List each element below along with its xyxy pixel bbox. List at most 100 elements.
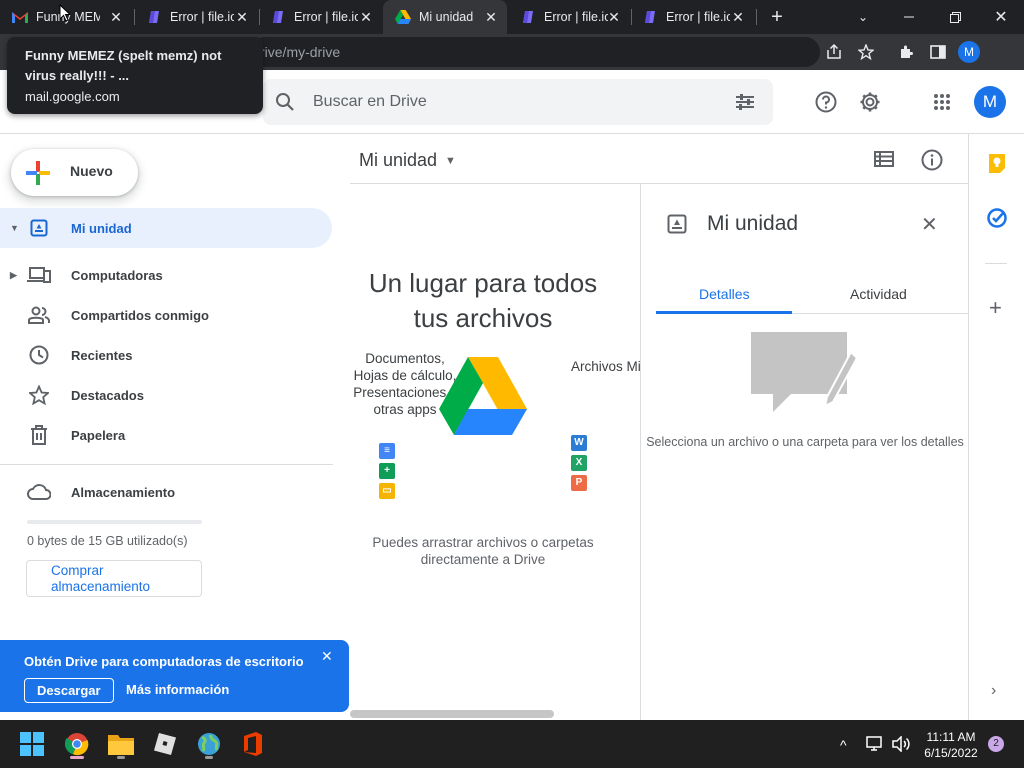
buy-storage-button[interactable]: Comprar almacenamiento bbox=[26, 560, 202, 597]
taskbar-office[interactable] bbox=[237, 728, 269, 760]
account-avatar[interactable]: M bbox=[974, 86, 1006, 118]
clock-date: 6/15/2022 bbox=[924, 746, 978, 760]
active-app-indicator bbox=[70, 756, 84, 759]
caret-down-icon[interactable]: ▼ bbox=[10, 223, 22, 233]
taskbar-globe-app[interactable] bbox=[193, 728, 225, 760]
sidebar-item-papelera[interactable]: Papelera bbox=[0, 415, 332, 455]
volume-icon[interactable] bbox=[892, 735, 910, 757]
fileio-icon bbox=[520, 9, 536, 25]
chevron-down-icon: ▼ bbox=[445, 155, 456, 168]
help-icon[interactable] bbox=[812, 88, 840, 116]
minimize-icon bbox=[904, 16, 914, 18]
plus-icon bbox=[26, 161, 50, 190]
start-button[interactable] bbox=[16, 728, 48, 760]
taskbar-chrome[interactable] bbox=[61, 728, 93, 760]
tab-fileio-2[interactable]: Error | file.io ✕ bbox=[260, 0, 382, 34]
horizontal-scrollbar[interactable] bbox=[350, 710, 554, 718]
fileio-icon bbox=[146, 9, 162, 25]
taskbar-file-explorer[interactable] bbox=[105, 728, 137, 760]
fileio-icon bbox=[270, 9, 286, 25]
apps-grid-icon[interactable] bbox=[928, 88, 956, 116]
fileio-icon bbox=[642, 9, 658, 25]
chevron-right-icon[interactable]: › bbox=[991, 682, 996, 700]
extensions-icon[interactable] bbox=[895, 41, 917, 63]
new-tab-button[interactable]: + bbox=[754, 0, 800, 34]
tasks-icon[interactable] bbox=[987, 208, 1007, 233]
location-dropdown[interactable]: Mi unidad ▼ bbox=[359, 150, 456, 171]
tab-search-button[interactable]: ⌄ bbox=[840, 0, 886, 34]
more-info-link[interactable]: Más información bbox=[126, 682, 229, 697]
taskbar-roblox[interactable] bbox=[149, 728, 181, 760]
word-icon: W bbox=[571, 435, 587, 451]
close-icon[interactable]: ✕ bbox=[730, 9, 746, 25]
tab-activity[interactable]: Actividad bbox=[850, 286, 907, 302]
search-input[interactable]: Buscar en Drive bbox=[313, 93, 427, 111]
sheets-icon: + bbox=[379, 463, 395, 479]
side-apps-rail: + › bbox=[968, 134, 1024, 720]
close-icon[interactable]: ✕ bbox=[921, 212, 938, 237]
running-app-indicator bbox=[117, 756, 125, 759]
side-panel-icon[interactable] bbox=[927, 41, 949, 63]
details-hint: Selecciona un archivo o una carpeta para… bbox=[646, 435, 964, 449]
cloud-icon bbox=[27, 480, 51, 504]
download-button[interactable]: Descargar bbox=[24, 678, 114, 703]
tab-mi-unidad[interactable]: Mi unidad ✕ bbox=[383, 0, 507, 34]
settings-gear-icon[interactable] bbox=[856, 88, 884, 116]
restore-icon bbox=[949, 11, 961, 23]
browser-profile-avatar[interactable]: M bbox=[958, 41, 980, 63]
tooltip-domain: mail.google.com bbox=[25, 89, 120, 104]
docs-icon: ≡ bbox=[379, 443, 395, 459]
sidebar-item-mi-unidad[interactable]: ▼ Mi unidad bbox=[0, 208, 332, 248]
drive-icon bbox=[667, 214, 687, 239]
address-bar[interactable]: rive/my-drive bbox=[250, 37, 820, 67]
close-icon[interactable]: ✕ bbox=[483, 9, 499, 25]
tab-fileio-4[interactable]: Error | file.io ✕ bbox=[632, 0, 754, 34]
bookmark-star-icon[interactable] bbox=[855, 41, 877, 63]
sidebar-item-destacados[interactable]: Destacados bbox=[0, 375, 332, 415]
notification-badge[interactable]: 2 bbox=[988, 736, 1004, 752]
close-icon[interactable]: ✕ bbox=[606, 9, 622, 25]
search-options-icon[interactable] bbox=[735, 92, 755, 117]
tab-details[interactable]: Detalles bbox=[699, 286, 750, 302]
info-icon[interactable] bbox=[921, 149, 943, 176]
taskbar-clock[interactable]: 11:11 AM 6/15/2022 bbox=[918, 729, 984, 761]
trash-icon bbox=[27, 423, 51, 447]
tab-gmail[interactable]: Funny MEMEZ ✕ bbox=[12, 0, 132, 34]
tab-fileio-3[interactable]: Error | file.io ✕ bbox=[508, 0, 630, 34]
new-button[interactable]: Nuevo bbox=[11, 149, 138, 196]
close-window-button[interactable]: ✕ bbox=[978, 0, 1024, 34]
sidebar-item-compartidos[interactable]: Compartidos conmigo bbox=[0, 295, 332, 335]
search-bar[interactable]: Buscar en Drive bbox=[263, 79, 773, 125]
search-icon[interactable] bbox=[275, 92, 295, 117]
chevron-up-icon[interactable]: ^ bbox=[840, 737, 847, 753]
close-icon[interactable]: ✕ bbox=[358, 9, 374, 25]
close-icon[interactable]: ✕ bbox=[321, 648, 333, 665]
restore-button[interactable] bbox=[932, 0, 978, 34]
drag-drop-hint: Puedes arrastrar archivos o carpetas dir… bbox=[372, 535, 594, 567]
storage-usage-text: 0 bytes de 15 GB utilizado(s) bbox=[27, 534, 188, 548]
drive-icon bbox=[27, 216, 51, 240]
excel-icon: X bbox=[571, 455, 587, 471]
caret-right-icon[interactable]: ▶ bbox=[10, 270, 22, 281]
powerpoint-icon: P bbox=[571, 475, 587, 491]
empty-state: Un lugar para todos tus archivos Documen… bbox=[350, 184, 640, 720]
network-icon[interactable] bbox=[866, 736, 884, 757]
sidebar-item-almacenamiento[interactable]: Almacenamiento bbox=[0, 472, 332, 512]
globe-icon bbox=[198, 733, 220, 755]
close-icon[interactable]: ✕ bbox=[108, 9, 124, 25]
minimize-button[interactable] bbox=[886, 0, 932, 34]
share-icon[interactable] bbox=[823, 41, 845, 63]
details-panel: Mi unidad ✕ Detalles Actividad Seleccion… bbox=[640, 184, 969, 720]
clock-icon bbox=[27, 343, 51, 367]
page-title: Mi unidad bbox=[359, 150, 438, 170]
add-addon-icon[interactable]: + bbox=[989, 297, 1002, 319]
comment-edit-illustration-icon bbox=[751, 332, 861, 417]
close-icon[interactable]: ✕ bbox=[234, 9, 250, 25]
sidebar-item-computadoras[interactable]: ▶ Computadoras bbox=[0, 255, 332, 295]
sidebar-item-recientes[interactable]: Recientes bbox=[0, 335, 332, 375]
computer-icon bbox=[27, 263, 51, 287]
list-view-icon[interactable] bbox=[874, 151, 894, 172]
keep-icon[interactable] bbox=[987, 152, 1007, 179]
tab-fileio-1[interactable]: Error | file.io ✕ bbox=[136, 0, 258, 34]
desktop-drive-promo: Obtén Drive para computadoras de escrito… bbox=[0, 640, 349, 712]
